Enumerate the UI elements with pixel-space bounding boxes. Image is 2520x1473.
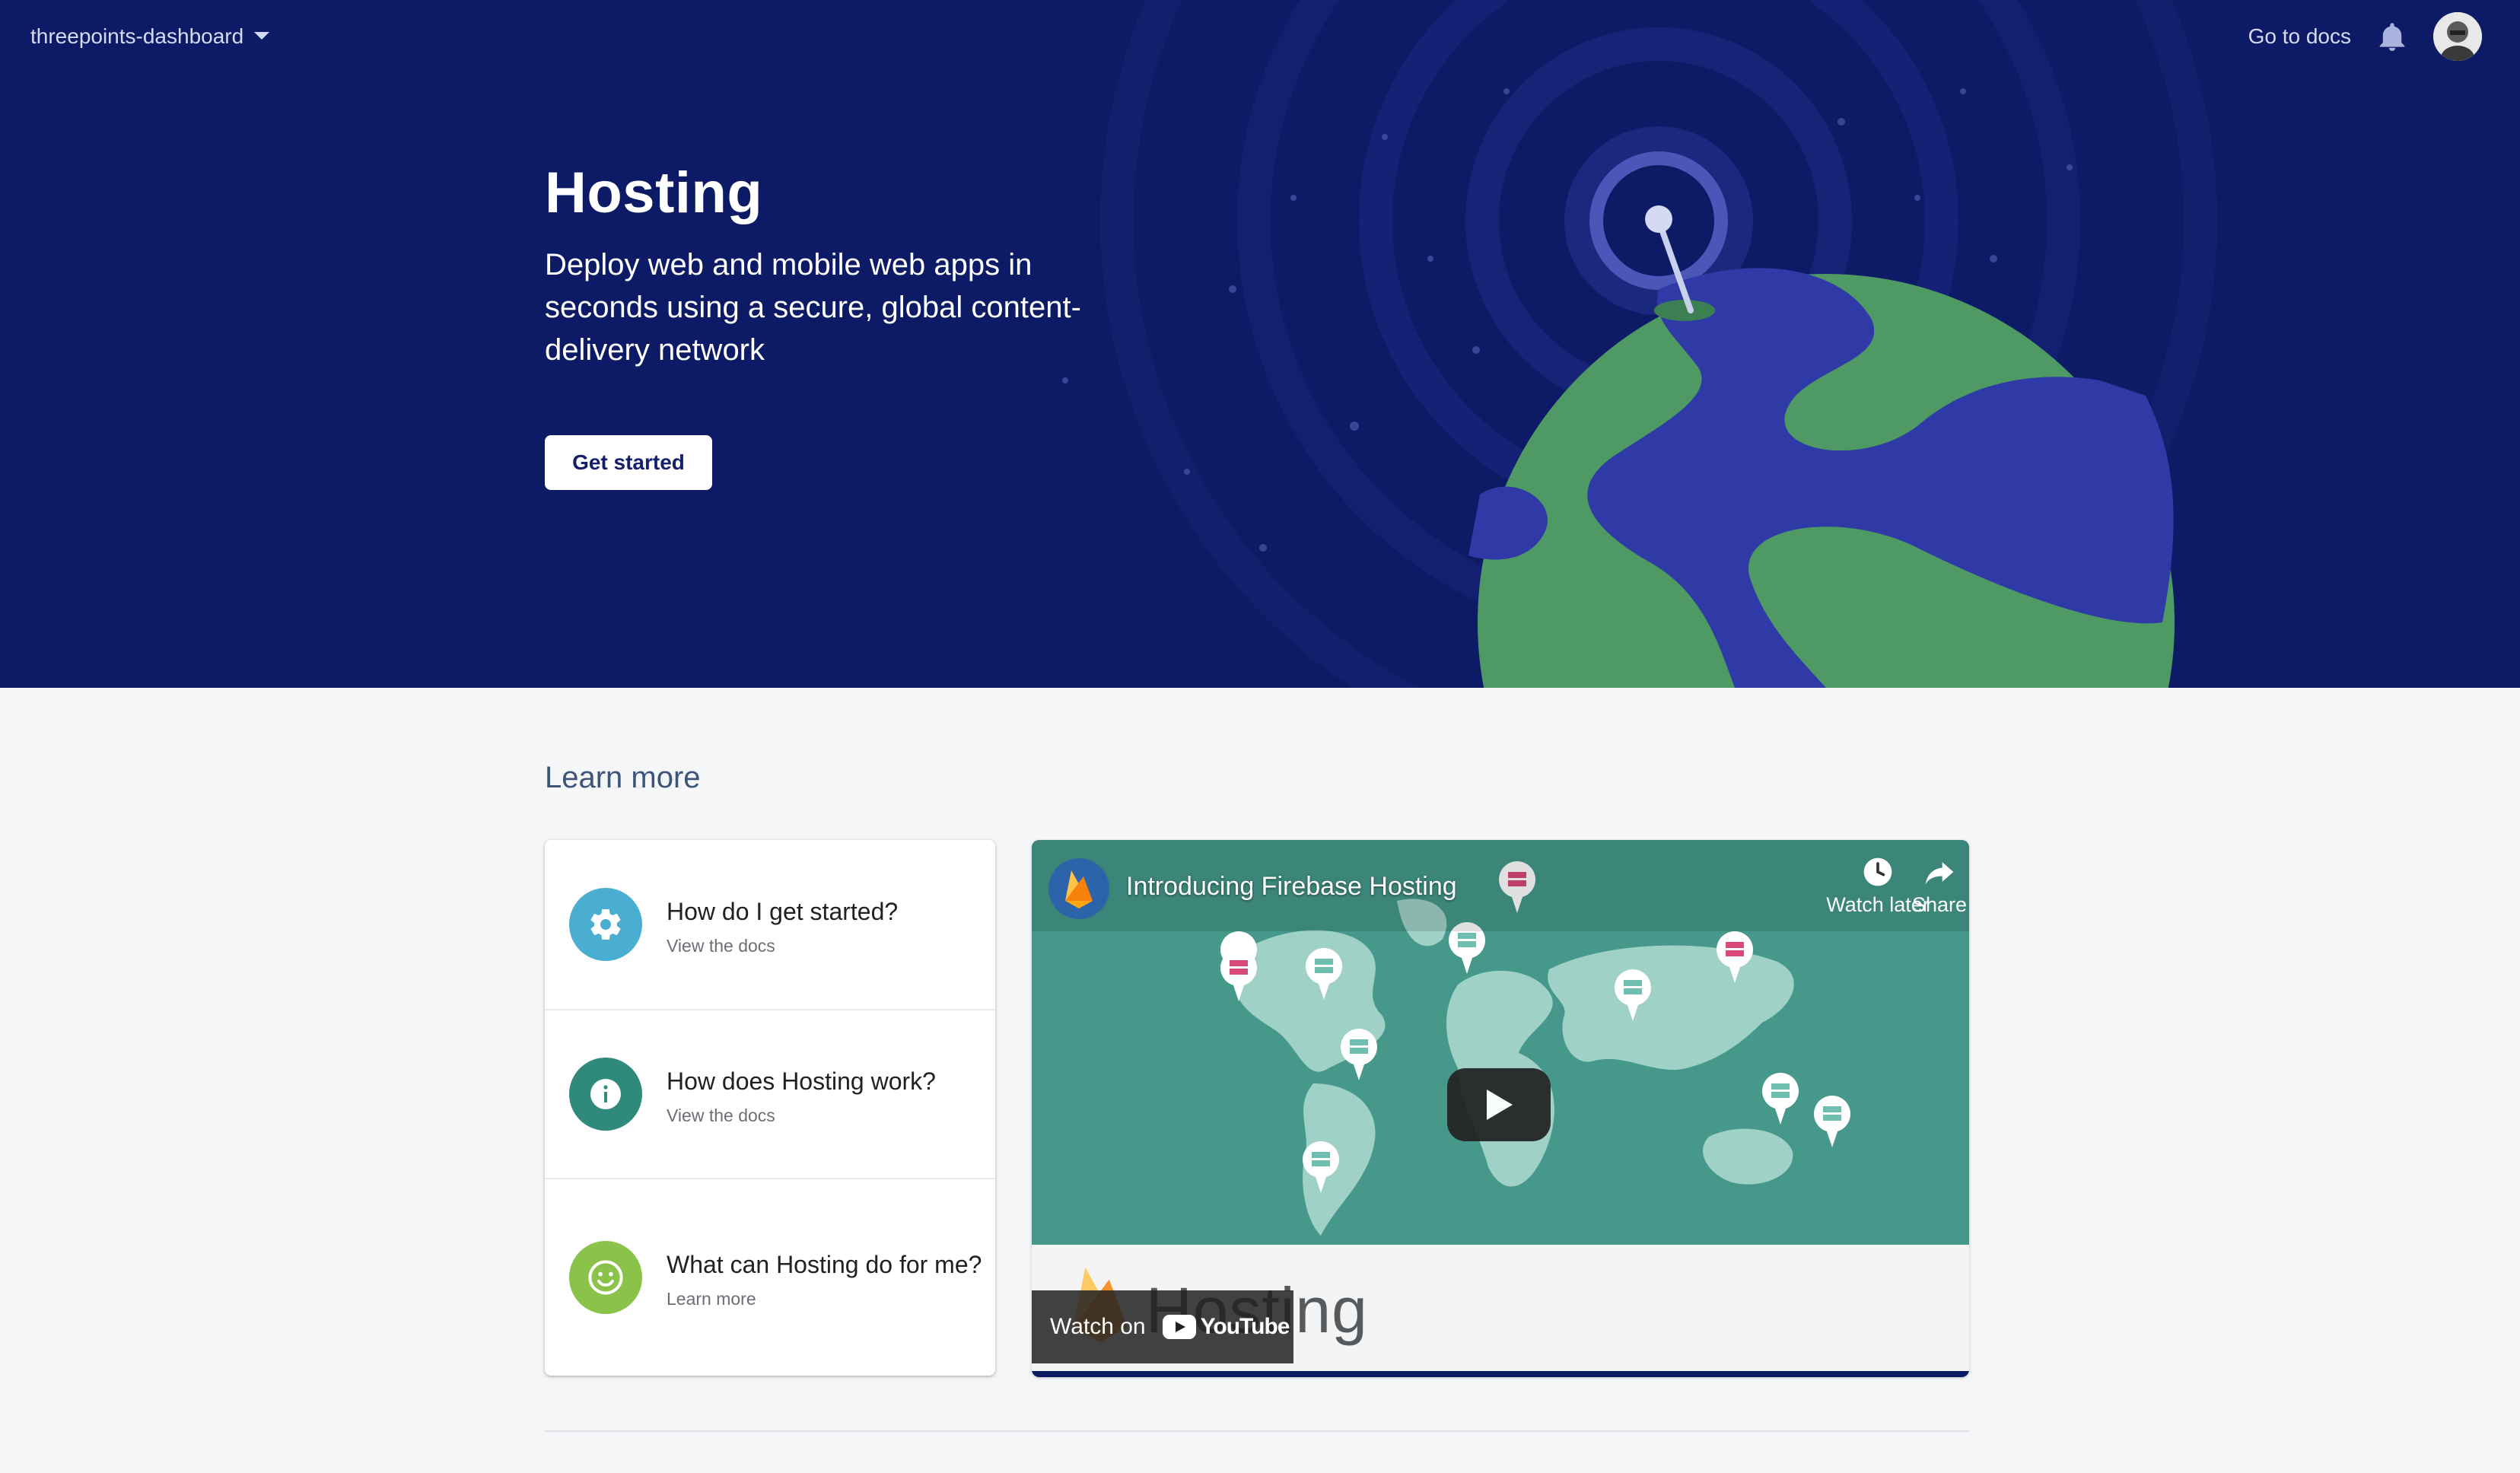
gear-icon (569, 888, 642, 961)
share-arrow-icon (1925, 862, 1954, 885)
faq-item-what-can-it-do[interactable]: What can Hosting do for me? Learn more (545, 1179, 995, 1376)
youtube-play-icon (1162, 1315, 1196, 1339)
avatar[interactable] (2433, 12, 2482, 61)
share-label: Share (1911, 893, 1968, 916)
go-to-docs-link[interactable]: Go to docs (2248, 24, 2351, 49)
intro-video-embed[interactable]: Introducing Firebase Hosting Watch later… (1032, 840, 1969, 1377)
faq-link[interactable]: Learn more (667, 1289, 986, 1309)
user-avatar-icon (2433, 12, 2482, 61)
video-title[interactable]: Introducing Firebase Hosting (1126, 872, 1457, 902)
faq-title: How does Hosting work? (667, 1067, 936, 1095)
bell-icon (2379, 23, 2405, 51)
chevron-down-icon (254, 32, 270, 40)
info-icon (569, 1058, 642, 1131)
learn-more-heading: Learn more (545, 761, 701, 794)
faq-text: How does Hosting work? View the docs (667, 1063, 986, 1126)
watch-on-label: Watch on (1050, 1314, 1146, 1339)
clock-icon (1863, 857, 1892, 886)
page-title: Hosting (545, 161, 763, 225)
learn-more-card: How do I get started? View the docs How … (545, 840, 995, 1376)
project-selector[interactable]: threepoints-dashboard (30, 21, 270, 52)
smiley-icon (569, 1241, 642, 1314)
top-actions: Go to docs (2248, 11, 2482, 62)
share-button[interactable]: Share (1898, 855, 1969, 917)
section-divider (545, 1430, 1969, 1432)
faq-text: What can Hosting do for me? Learn more (667, 1246, 986, 1309)
play-button[interactable] (1447, 1068, 1551, 1141)
youtube-wordmark: YouTube (1200, 1314, 1290, 1339)
youtube-logo: YouTube (1162, 1314, 1290, 1340)
video-progress-strip (1032, 1371, 1969, 1377)
firebase-logo-icon[interactable] (1048, 858, 1109, 919)
page-subtitle: Deploy web and mobile web apps in second… (545, 248, 1081, 367)
notifications-button[interactable] (2377, 21, 2407, 52)
faq-link[interactable]: View the docs (667, 936, 986, 956)
faq-title: What can Hosting do for me? (667, 1250, 982, 1278)
faq-item-get-started[interactable]: How do I get started? View the docs (545, 840, 995, 1010)
hero-banner: threepoints-dashboard Go to docs Hosting… (0, 0, 2520, 688)
globe-illustration (1062, 0, 2217, 688)
faq-text: How do I get started? View the docs (667, 893, 986, 956)
faq-title: How do I get started? (667, 897, 899, 925)
project-name: threepoints-dashboard (30, 24, 244, 48)
faq-link[interactable]: View the docs (667, 1106, 986, 1126)
faq-item-how-it-works[interactable]: How does Hosting work? View the docs (545, 1010, 995, 1179)
watch-on-youtube-button[interactable]: Watch on YouTube (1032, 1290, 1293, 1363)
get-started-button[interactable]: Get started (545, 435, 712, 490)
play-icon (1487, 1090, 1513, 1120)
